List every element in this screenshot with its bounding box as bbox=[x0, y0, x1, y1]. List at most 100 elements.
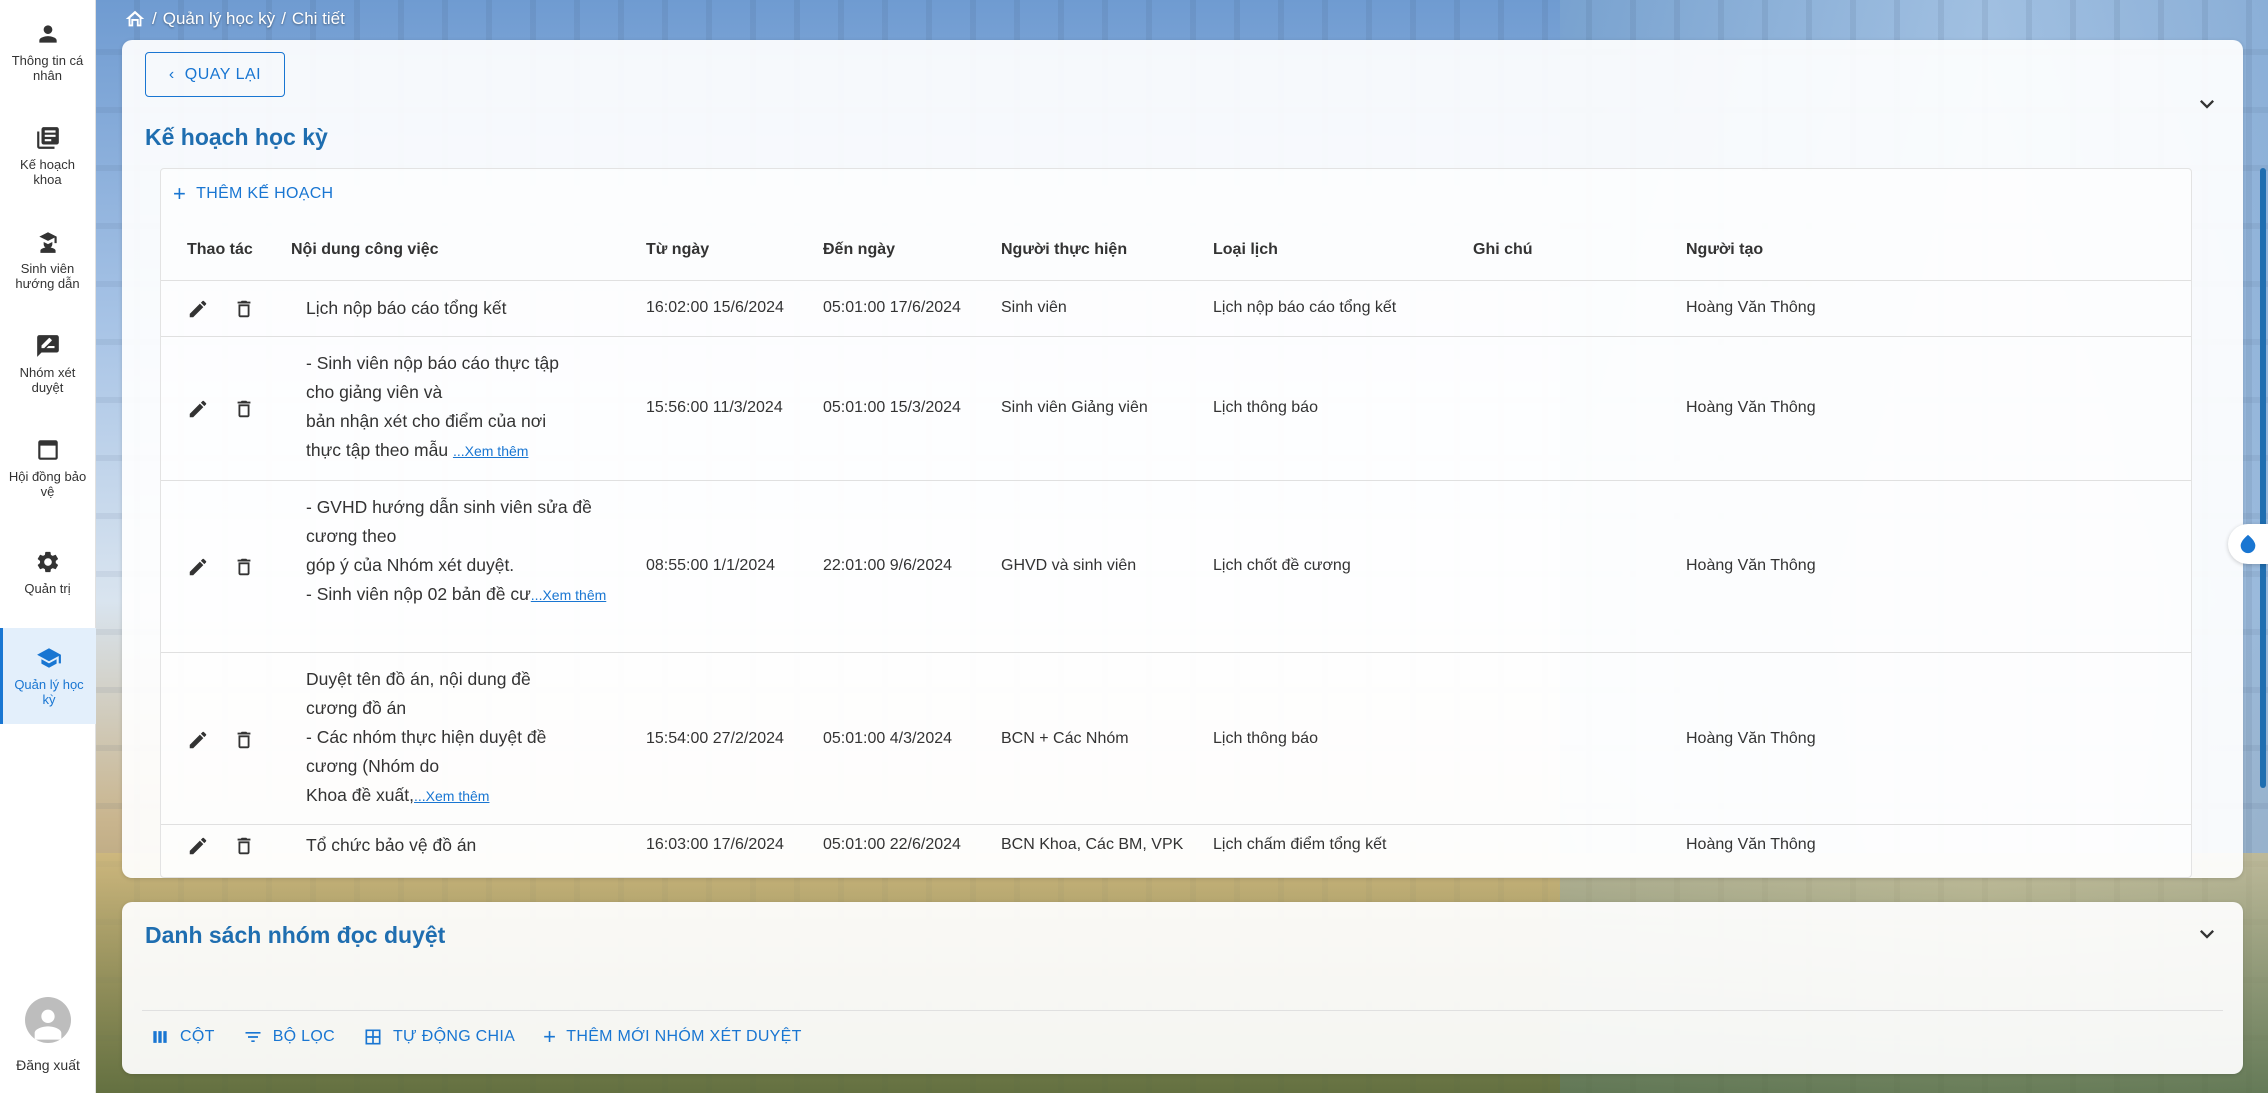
row-performer: BCN + Các Nhóm bbox=[1001, 730, 1129, 747]
breadcrumb-separator: / bbox=[152, 9, 157, 28]
window-icon bbox=[37, 440, 58, 460]
add-plan-button[interactable]: + THÊM KẾ HOẠCH bbox=[173, 181, 333, 207]
row-content-text: Khoa đề xuất, bbox=[306, 785, 414, 805]
see-more-link[interactable]: ...Xem thêm bbox=[453, 443, 528, 459]
grid-toolbar: CỘT BỘ LỌC TỰ ĐỘNG CHIA + THÊM MỚI NHÓM … bbox=[150, 1024, 802, 1050]
row-from: 15:56:00 11/3/2024 bbox=[646, 399, 783, 416]
auto-divide-button[interactable]: TỰ ĐỘNG CHIA bbox=[363, 1027, 515, 1047]
breadcrumb-detail: Chi tiết bbox=[291, 9, 345, 28]
sidebar-item-admin[interactable]: Quản trị bbox=[0, 520, 96, 624]
delete-icon[interactable] bbox=[233, 398, 255, 420]
edit-icon[interactable] bbox=[187, 835, 209, 857]
plus-icon: + bbox=[543, 1024, 557, 1049]
sidebar-item-label: Nhóm xét duyệt bbox=[19, 365, 76, 395]
row-content: Lịch nộp báo cáo tổng kết bbox=[306, 294, 616, 323]
sidebar-item-label: Kế hoạch khoa bbox=[20, 157, 75, 187]
sidebar-item-defense-council[interactable]: Hội đồng bảo vệ bbox=[0, 416, 96, 520]
column-header-type[interactable]: Loại lịch bbox=[1213, 241, 1278, 259]
add-review-group-button[interactable]: + THÊM MỚI NHÓM XÉT DUYỆT bbox=[543, 1024, 802, 1050]
back-button[interactable]: ‹ QUAY LẠI bbox=[145, 52, 285, 97]
filter-label: BỘ LỌC bbox=[272, 1028, 335, 1045]
row-content-line: cương (Nhóm do bbox=[306, 756, 440, 776]
plan-title: Kế hoạch học kỳ bbox=[145, 124, 328, 150]
column-header-performer[interactable]: Người thực hiện bbox=[1001, 241, 1127, 259]
row-content-line: - Sinh viên nộp báo cáo thực tập bbox=[306, 353, 559, 373]
row-content-line: Khoa đề xuất,...Xem thêm bbox=[306, 781, 616, 811]
sidebar-item-semester-management[interactable]: Quản lý học kỳ bbox=[0, 628, 96, 724]
avatar[interactable] bbox=[25, 997, 71, 1043]
row-content-text: thực tập theo mẫu bbox=[306, 440, 449, 460]
row-from: 16:03:00 17/6/2024 bbox=[646, 836, 784, 853]
logout-area[interactable]: Đăng xuất bbox=[0, 997, 96, 1073]
see-more-link[interactable]: ...Xem thêm bbox=[531, 587, 606, 603]
columns-button[interactable]: CỘT bbox=[150, 1027, 215, 1047]
row-from: 08:55:00 1/1/2024 bbox=[646, 557, 776, 574]
edit-icon[interactable] bbox=[187, 556, 209, 578]
sidebar-item-students[interactable]: Sinh viên hướng dẫn bbox=[0, 208, 96, 312]
row-content-line: cương theo bbox=[306, 526, 397, 546]
row-to: 05:01:00 17/6/2024 bbox=[823, 299, 961, 316]
sidebar-item-label: Hội đồng bảo vệ bbox=[8, 469, 87, 499]
grid-icon bbox=[365, 1029, 381, 1045]
row-content: Duyệt tên đồ án, nội dung đề cương đồ án… bbox=[306, 665, 616, 811]
plan-table: + THÊM KẾ HOẠCH Thao tác Nội dung công v… bbox=[160, 168, 2192, 878]
breadcrumb-semester-management[interactable]: Quản lý học kỳ bbox=[163, 9, 275, 29]
columns-icon bbox=[153, 1031, 167, 1043]
add-plan-label: THÊM KẾ HOẠCH bbox=[196, 185, 334, 202]
row-to: 22:01:00 9/6/2024 bbox=[823, 557, 953, 574]
row-content-line: thực tập theo mẫu ...Xem thêm bbox=[306, 436, 616, 466]
review-groups-card: Danh sách nhóm đọc duyệt CỘT BỘ LỌC TỰ Đ… bbox=[122, 902, 2243, 1074]
delete-icon[interactable] bbox=[233, 835, 255, 857]
row-type: Lịch chấm điểm tổng kết bbox=[1213, 836, 1387, 853]
column-header-note[interactable]: Ghi chú bbox=[1473, 241, 1533, 259]
sidebar: Thông tin cá nhân Kế hoạch khoa Sinh viê… bbox=[0, 0, 96, 1093]
column-header-from[interactable]: Từ ngày bbox=[646, 241, 709, 259]
row-performer: Sinh viên Giảng viên bbox=[1001, 399, 1148, 416]
row-actions bbox=[187, 298, 255, 320]
row-content-line: - Các nhóm thực hiện duyệt đề bbox=[306, 727, 547, 747]
edit-icon[interactable] bbox=[187, 298, 209, 320]
delete-icon[interactable] bbox=[233, 298, 255, 320]
row-type: Lịch thông báo bbox=[1213, 399, 1318, 416]
chevron-left-icon: ‹ bbox=[168, 65, 175, 83]
row-creator: Hoàng Văn Thông bbox=[1686, 730, 1816, 747]
column-header-actions[interactable]: Thao tác bbox=[187, 241, 253, 259]
row-creator: Hoàng Văn Thông bbox=[1686, 557, 1816, 574]
sidebar-item-profile[interactable]: Thông tin cá nhân bbox=[0, 0, 96, 104]
plus-icon: + bbox=[173, 181, 187, 206]
filter-button[interactable]: BỘ LỌC bbox=[243, 1027, 335, 1047]
chevron-down-icon[interactable] bbox=[2193, 920, 2221, 948]
see-more-link[interactable]: ...Xem thêm bbox=[414, 788, 489, 804]
scrollbar[interactable] bbox=[2260, 168, 2266, 788]
sidebar-item-faculty-plan[interactable]: Kế hoạch khoa bbox=[0, 104, 96, 208]
row-from: 15:54:00 27/2/2024 bbox=[646, 730, 784, 747]
back-button-label: QUAY LẠI bbox=[184, 65, 262, 83]
theme-toggle-button[interactable] bbox=[2228, 524, 2268, 564]
sidebar-item-label: Quản lý học kỳ bbox=[14, 677, 84, 707]
home-icon[interactable] bbox=[124, 8, 146, 30]
water-drop-icon bbox=[2240, 534, 2256, 554]
row-performer: BCN Khoa, Các BM, VPK bbox=[1001, 836, 1184, 853]
row-content-line: Tổ chức bảo vệ đồ án bbox=[306, 835, 477, 855]
column-header-content[interactable]: Nội dung công việc bbox=[291, 241, 439, 259]
logout-label[interactable]: Đăng xuất bbox=[16, 1057, 80, 1073]
add-review-group-label: THÊM MỚI NHÓM XÉT DUYỆT bbox=[566, 1028, 802, 1045]
row-to: 05:01:00 22/6/2024 bbox=[823, 836, 961, 853]
column-header-creator[interactable]: Người tạo bbox=[1686, 241, 1763, 259]
table-row: - Sinh viên nộp báo cáo thực tập cho giả… bbox=[161, 337, 2191, 481]
filter-icon bbox=[245, 1032, 261, 1042]
table-row: Tổ chức bảo vệ đồ án 16:03:00 17/6/2024 … bbox=[161, 825, 2191, 877]
row-content-line: - GVHD hướng dẫn sinh viên sửa đề bbox=[306, 497, 592, 517]
column-header-to[interactable]: Đến ngày bbox=[823, 241, 895, 259]
delete-icon[interactable] bbox=[233, 556, 255, 578]
columns-label: CỘT bbox=[180, 1028, 215, 1045]
student-icon bbox=[38, 232, 57, 253]
delete-icon[interactable] bbox=[233, 729, 255, 751]
edit-icon[interactable] bbox=[187, 398, 209, 420]
row-content-line: Duyệt tên đồ án, nội dung đề bbox=[306, 669, 531, 689]
edit-icon[interactable] bbox=[187, 729, 209, 751]
chevron-down-icon[interactable] bbox=[2193, 90, 2221, 118]
sidebar-item-review-group[interactable]: Nhóm xét duyệt bbox=[0, 312, 96, 416]
row-content-line: Lịch nộp báo cáo tổng kết bbox=[306, 298, 507, 318]
row-from: 16:02:00 15/6/2024 bbox=[646, 299, 784, 316]
